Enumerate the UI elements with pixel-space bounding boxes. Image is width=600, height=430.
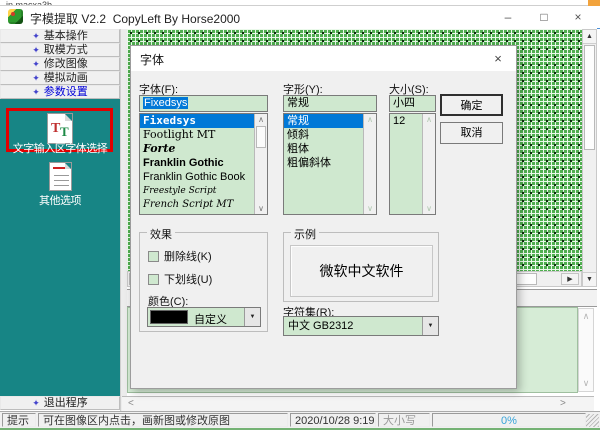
- status-case-indicator: 大小写: [378, 413, 430, 427]
- status-bar: 提示 可在图像区内点击，画新图或修改原图 2020/10/28 9:19:06 …: [0, 411, 600, 428]
- scroll-up-icon[interactable]: ∧: [423, 115, 435, 124]
- page-fold: [65, 114, 72, 121]
- panel-vertical-scrollbar[interactable]: ∧ ∨: [578, 308, 594, 392]
- sidebar-item-label: 基本操作: [44, 30, 88, 42]
- size-list-scrollbar[interactable]: ∧ ∨: [422, 114, 435, 214]
- font-list-item[interactable]: Footlight MT: [140, 128, 267, 142]
- chevron-down-icon[interactable]: ▼: [422, 317, 438, 335]
- status-progress: 0%: [432, 413, 586, 427]
- sidebar-item-label: 取模方式: [44, 44, 88, 56]
- color-value: 自定义: [194, 311, 227, 327]
- color-swatch: [150, 310, 188, 324]
- font-list-item[interactable]: French Script MT: [140, 198, 267, 212]
- ok-button[interactable]: 确定: [440, 94, 503, 116]
- expand-icon: ✦: [32, 45, 40, 55]
- scroll-down-icon[interactable]: ∨: [423, 204, 435, 213]
- sidebar-item-simulate-animation[interactable]: ✦ 模拟动画: [0, 71, 120, 85]
- dialog-title: 字体: [140, 51, 164, 68]
- cancel-button[interactable]: 取消: [440, 122, 503, 144]
- status-hint-text: 可在图像区内点击，画新图或修改原图: [38, 413, 288, 427]
- sidebar-item-label: 模拟动画: [44, 72, 88, 84]
- scroll-left-icon[interactable]: <: [128, 398, 134, 409]
- app-window: in macxa3b 字模提取 V2.2 CopyLeft By Horse20…: [0, 0, 600, 430]
- canvas-vertical-scrollbar[interactable]: ▲ ▼: [582, 29, 597, 287]
- splitter[interactable]: [120, 29, 127, 411]
- sidebar-item-modify-image[interactable]: ✦ 修改图像: [0, 57, 120, 71]
- font-name-list[interactable]: Fixedsys Footlight MT Forte Franklin Got…: [139, 113, 268, 215]
- other-options-option[interactable]: 其他选项: [0, 192, 120, 208]
- chevron-down-icon[interactable]: ▼: [244, 308, 260, 326]
- charset-dropdown[interactable]: 中文 GB2312 ▼: [283, 316, 439, 336]
- font-name-input[interactable]: Fixedsys: [139, 95, 268, 112]
- expand-icon: ✦: [32, 31, 40, 41]
- strikeout-checkbox[interactable]: 删除线(K): [148, 248, 212, 264]
- maximize-button[interactable]: □: [528, 6, 560, 28]
- scroll-up-icon[interactable]: ▲: [583, 30, 596, 44]
- font-style-list[interactable]: 常规 倾斜 粗体 粗偏斜体 ∧ ∨: [283, 113, 377, 215]
- expand-icon: ✦: [32, 87, 40, 97]
- minimize-button[interactable]: –: [492, 6, 524, 28]
- charset-value: 中文 GB2312: [288, 320, 353, 332]
- scroll-right-icon[interactable]: ▶: [561, 273, 579, 285]
- status-timestamp: 2020/10/28 9:19:06: [290, 413, 376, 427]
- effects-group: 效果 删除线(K) 下划线(U) 颜色(C): 自定义 ▼: [139, 232, 268, 332]
- titlebar: 字模提取 V2.2 CopyLeft By Horse2000 – □ ×: [0, 6, 600, 28]
- resize-grip[interactable]: [586, 414, 599, 427]
- sidebar-item-basic-ops[interactable]: ✦ 基本操作: [0, 29, 120, 43]
- effects-group-label: 效果: [147, 226, 175, 242]
- sidebar-item-sampling-mode[interactable]: ✦ 取模方式: [0, 43, 120, 57]
- font-list-item[interactable]: Forte: [140, 142, 267, 156]
- sidebar-item-label: 修改图像: [44, 58, 88, 70]
- dialog-titlebar[interactable]: 字体 ×: [131, 46, 516, 71]
- color-dropdown[interactable]: 自定义 ▼: [147, 307, 261, 327]
- scroll-up-icon[interactable]: ∧: [255, 115, 267, 124]
- font-dialog: 字体 × 字体(F): 字形(Y): 大小(S): Fixedsys Fixed…: [130, 45, 517, 389]
- expand-icon: ✦: [32, 73, 40, 83]
- scroll-down-icon[interactable]: ∨: [579, 378, 593, 389]
- scroll-down-icon[interactable]: ▼: [583, 272, 596, 286]
- sample-group: 示例 微软中文软件: [283, 232, 439, 302]
- app-icon: [8, 9, 23, 24]
- sidebar-item-label: 参数设置: [44, 86, 88, 98]
- scroll-right-icon[interactable]: >: [560, 398, 566, 409]
- page-fold: [65, 163, 71, 169]
- font-list-item[interactable]: Franklin Gothic: [140, 156, 267, 170]
- scrollbar-thumb[interactable]: [256, 126, 266, 148]
- status-hint-label: 提示: [2, 413, 36, 427]
- font-list-scrollbar[interactable]: ∧ ∨: [254, 114, 267, 214]
- scroll-down-icon[interactable]: ∨: [364, 204, 376, 213]
- font-size-input[interactable]: 小四: [389, 95, 436, 112]
- scroll-up-icon[interactable]: ∧: [364, 115, 376, 124]
- style-list-scrollbar[interactable]: ∧ ∨: [363, 114, 376, 214]
- expand-icon: ✦: [32, 398, 40, 408]
- dialog-close-icon[interactable]: ×: [480, 46, 516, 71]
- font-list-item[interactable]: Franklin Gothic Book: [140, 170, 267, 184]
- font-list-item[interactable]: Fixedsys: [140, 114, 267, 128]
- font-select-option[interactable]: 文字输入区字体选择: [0, 140, 120, 156]
- sample-preview: 微软中文软件: [290, 245, 433, 297]
- scrollbar-thumb[interactable]: [584, 45, 595, 150]
- sidebar-item-exit[interactable]: ✦ 退出程序: [0, 396, 120, 410]
- sidebar-item-parameter-settings[interactable]: ✦ 参数设置: [0, 85, 120, 99]
- other-options-icon[interactable]: [49, 162, 72, 191]
- font-size-list[interactable]: 12 ∧ ∨: [389, 113, 436, 215]
- scroll-up-icon[interactable]: ∧: [579, 311, 593, 322]
- window-title: 字模提取 V2.2 CopyLeft By Horse2000: [30, 10, 240, 27]
- scroll-down-icon[interactable]: ∨: [255, 204, 267, 213]
- font-style-input[interactable]: 常规: [283, 95, 377, 112]
- expand-icon: ✦: [32, 59, 40, 69]
- font-list-item[interactable]: Freestyle Script: [140, 184, 267, 198]
- parameter-panel: T T 文字输入区字体选择 其他选项: [0, 99, 120, 396]
- close-button[interactable]: ×: [562, 6, 594, 28]
- checkbox-icon[interactable]: [148, 251, 159, 262]
- panel-horizontal-scrollbar[interactable]: < >: [122, 396, 594, 411]
- sidebar-item-label: 退出程序: [44, 397, 88, 409]
- sample-group-label: 示例: [291, 226, 319, 242]
- checkbox-icon[interactable]: [148, 274, 159, 285]
- underline-checkbox[interactable]: 下划线(U): [148, 271, 212, 287]
